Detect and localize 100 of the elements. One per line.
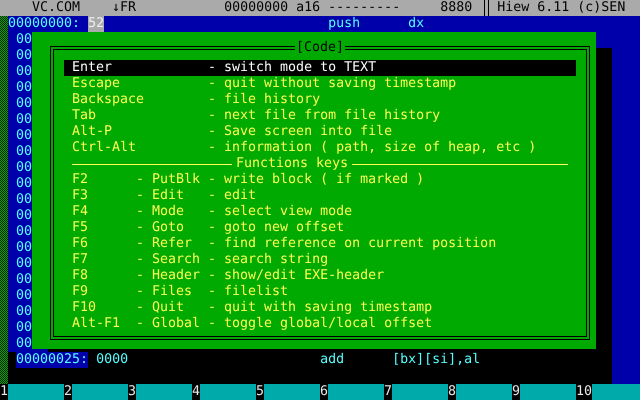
key-caption-slot	[72, 384, 128, 400]
command-row[interactable]: Escape - quit without saving timestamp	[64, 76, 576, 92]
command-description: - information ( path, size of heap, etc )	[208, 140, 536, 156]
function-key[interactable]: 4	[192, 384, 256, 400]
function-description: - filelist	[208, 284, 288, 300]
key-name: Alt-F1	[72, 316, 122, 332]
gutter-digits: 00	[16, 256, 32, 272]
function-name: - Search	[136, 252, 202, 268]
gutter-digits: 00	[16, 64, 32, 80]
key-name: Escape	[72, 76, 122, 92]
operand-text: dx	[408, 16, 424, 32]
function-row[interactable]: F4 - Mode - select view mode	[64, 204, 576, 220]
gutter-digits: 00	[16, 224, 32, 240]
key-name: F9	[72, 284, 90, 300]
dialog-title: [Code]	[294, 40, 346, 56]
gutter-digits: 00	[16, 304, 32, 320]
function-key[interactable]: 6	[320, 384, 384, 400]
function-name: - Header	[136, 268, 202, 284]
key-caption-slot	[392, 384, 448, 400]
function-key[interactable]: 9	[512, 384, 576, 400]
function-description: - write block ( if marked )	[208, 172, 424, 188]
function-row[interactable]: F10 - Quit - quit with saving timestamp	[64, 300, 576, 316]
app-title: Hiew 6.11 (c)SEN	[497, 0, 626, 16]
mode-indicator: ↓FR	[112, 0, 136, 16]
command-description: - switch mode to TEXT	[208, 60, 376, 76]
function-row[interactable]: F5 - Goto - goto new offset	[64, 220, 576, 236]
function-name: - Refer	[136, 236, 194, 252]
function-name: - Mode	[136, 204, 186, 220]
function-key[interactable]: 5	[256, 384, 320, 400]
function-description: - find reference on current position	[208, 236, 496, 252]
gutter-digits: 00	[16, 240, 32, 256]
gutter-digits: 00	[16, 208, 32, 224]
function-description: - goto new offset	[208, 220, 344, 236]
gutter-digits: 00	[16, 128, 32, 144]
command-row[interactable]: Tab - next file from file history	[64, 108, 576, 124]
background-strip	[612, 368, 640, 384]
segment-text: 8880	[440, 0, 472, 16]
key-caption-slot	[592, 384, 640, 400]
gutter-digits: 00	[16, 176, 32, 192]
gutter-digits: 00	[16, 32, 32, 48]
key-caption-slot	[456, 384, 512, 400]
function-name: - Global	[136, 316, 202, 332]
key-caption-slot	[264, 384, 320, 400]
section-heading: Functions keys	[236, 156, 348, 172]
key-name: F5	[72, 220, 90, 236]
function-row[interactable]: F2 - PutBlk - write block ( if marked )	[64, 172, 576, 188]
function-description: - search string	[208, 252, 328, 268]
function-description: - toggle global/local offset	[208, 316, 432, 332]
key-caption-slot	[8, 384, 64, 400]
function-row[interactable]: F9 - Files - filelist	[64, 284, 576, 300]
offset-text: 00000000 a16 ---------	[224, 0, 400, 16]
function-name: - Files	[136, 284, 194, 300]
key-name: F2	[72, 172, 90, 188]
function-description: - show/edit EXE-header	[208, 268, 384, 284]
command-row[interactable]: Backspace - file history	[64, 92, 576, 108]
function-name: - Edit	[136, 188, 186, 204]
key-name: Alt-P	[72, 124, 114, 140]
cursor-byte: 52	[88, 16, 104, 32]
function-key[interactable]: 3	[128, 384, 192, 400]
command-description: - Save screen into file	[208, 124, 392, 140]
key-name: Ctrl-Alt	[72, 140, 138, 156]
key-name: F10	[72, 300, 98, 316]
function-key[interactable]: 8	[448, 384, 512, 400]
function-key[interactable]: 10	[576, 384, 640, 400]
function-row[interactable]: F7 - Search - search string	[64, 252, 576, 268]
command-row[interactable]: Ctrl-Alt - information ( path, size of heap, etc )	[64, 140, 576, 156]
command-description: - quit without saving timestamp	[208, 76, 456, 92]
key-caption-slot	[136, 384, 192, 400]
byte-text: 0000	[96, 352, 128, 368]
gutter-digits: 00	[16, 160, 32, 176]
command-description: - file history	[208, 92, 320, 108]
function-row[interactable]: F3 - Edit - edit	[64, 188, 576, 204]
function-name: - Quit	[136, 300, 186, 316]
function-row[interactable]: F6 - Refer - find reference on current position	[64, 236, 576, 252]
gutter-digits: 00	[16, 192, 32, 208]
address-text: 00000025:	[16, 352, 88, 368]
gutter-digits: 00	[16, 336, 32, 352]
gutter-digits: 00	[16, 80, 32, 96]
command-row[interactable]: Enter - switch mode to TEXT	[64, 60, 576, 76]
function-name: - Goto	[136, 220, 186, 236]
command-row[interactable]: Alt-P - Save screen into file	[64, 124, 576, 140]
key-name: Enter	[72, 60, 114, 76]
function-key[interactable]: 2	[64, 384, 128, 400]
gutter-digits: 00	[16, 272, 32, 288]
gutter-digits: 00	[16, 112, 32, 128]
gutter-digits: 00	[16, 320, 32, 336]
command-description: - next file from file history	[208, 108, 440, 124]
key-caption-slot	[328, 384, 384, 400]
gutter-digits: 00	[16, 144, 32, 160]
function-key[interactable]: 1	[0, 384, 64, 400]
function-description: - select view mode	[208, 204, 352, 220]
function-row[interactable]: Alt-F1 - Global - toggle global/local offset	[64, 316, 576, 332]
key-name: Tab	[72, 108, 98, 124]
function-row[interactable]: F8 - Header - show/edit EXE-header	[64, 268, 576, 284]
function-description: - edit	[208, 188, 256, 204]
key-caption-slot	[520, 384, 576, 400]
key-name: F8	[72, 268, 90, 284]
function-key[interactable]: 7	[384, 384, 448, 400]
key-caption-slot	[200, 384, 256, 400]
gutter-digits: 00	[16, 48, 32, 64]
